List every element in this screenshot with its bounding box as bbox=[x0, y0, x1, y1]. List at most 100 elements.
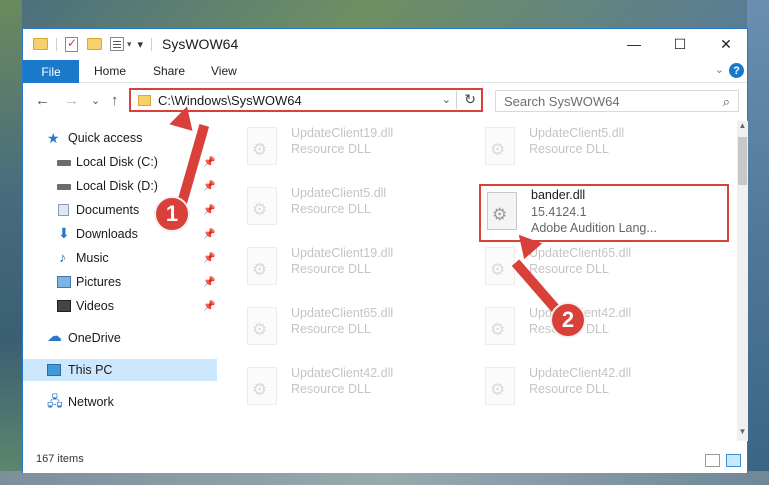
file-type: Resource DLL bbox=[291, 262, 371, 276]
details-view-icon[interactable] bbox=[705, 454, 720, 467]
file-type: Resource DLL bbox=[529, 142, 609, 156]
title-bar: ▾ ▾ SysWOW64 — ☐ ✕ bbox=[23, 29, 747, 60]
file-name: UpdateClient42.dll bbox=[529, 366, 632, 380]
nav-item-network[interactable]: 🖧 Network bbox=[23, 391, 217, 413]
help-icon[interactable]: ? bbox=[729, 63, 744, 78]
nav-item-music[interactable]: ♪ Music 📌 bbox=[23, 247, 217, 269]
nav-label: Videos bbox=[76, 299, 114, 313]
back-arrow-icon[interactable]: ← bbox=[35, 92, 50, 109]
dll-file-icon bbox=[247, 127, 277, 165]
maximize-button[interactable]: ☐ bbox=[657, 29, 703, 59]
nav-label: OneDrive bbox=[68, 331, 121, 345]
dll-file-icon bbox=[247, 307, 277, 345]
tab-home[interactable]: Home bbox=[94, 64, 126, 78]
file-item[interactable]: UpdateClient5.dll Resource DLL bbox=[455, 121, 685, 177]
dll-file-icon bbox=[485, 127, 515, 165]
pin-icon[interactable]: 📌 bbox=[203, 181, 215, 192]
minimize-button[interactable]: — bbox=[611, 29, 657, 59]
pin-icon[interactable]: 📌 bbox=[203, 301, 215, 312]
pin-icon[interactable]: 📌 bbox=[203, 205, 215, 216]
file-item[interactable]: UpdateClient65.dll Resource DLL bbox=[455, 241, 685, 297]
file-name: bander.dll bbox=[531, 188, 586, 202]
file-item[interactable]: UpdateClient42.dll Resource DLL bbox=[217, 361, 447, 417]
nav-label: Quick access bbox=[68, 131, 143, 145]
scroll-down-icon[interactable]: ▼ bbox=[737, 427, 748, 441]
cloud-icon: ☁ bbox=[47, 328, 62, 345]
scroll-up-icon[interactable]: ▲ bbox=[737, 121, 748, 135]
forward-arrow-icon[interactable]: → bbox=[64, 92, 79, 109]
file-item[interactable]: UpdateClient19.dll Resource DLL bbox=[217, 121, 447, 177]
file-list: UpdateClient19.dll Resource DLL UpdateCl… bbox=[217, 121, 737, 441]
file-item[interactable]: UpdateClient65.dll Resource DLL bbox=[217, 301, 447, 357]
nav-item-downloads[interactable]: ⬇ Downloads 📌 bbox=[23, 223, 217, 245]
nav-label: Documents bbox=[76, 203, 140, 217]
file-name: UpdateClient42.dll bbox=[291, 366, 394, 380]
folder-icon[interactable] bbox=[33, 38, 48, 50]
chevron-down-icon[interactable]: ▾ bbox=[127, 39, 132, 50]
music-icon: ♪ bbox=[59, 249, 66, 265]
quick-access-toolbar: ▾ ▾ bbox=[33, 35, 143, 53]
tiles-view-icon[interactable] bbox=[726, 454, 741, 467]
scroll-thumb[interactable] bbox=[738, 137, 747, 185]
file-name: UpdateClient5.dll bbox=[529, 126, 625, 140]
toolbar-divider bbox=[56, 37, 57, 51]
vertical-scrollbar[interactable]: ▲ ▼ bbox=[737, 121, 748, 441]
dll-file-icon bbox=[485, 367, 515, 405]
file-type: Resource DLL bbox=[529, 382, 609, 396]
pin-icon[interactable]: 📌 bbox=[203, 277, 215, 288]
desktop-right-edge bbox=[747, 0, 769, 485]
file-name: UpdateClient19.dll bbox=[291, 126, 394, 140]
star-icon: ★ bbox=[47, 130, 60, 146]
pin-icon[interactable]: 📌 bbox=[203, 229, 215, 240]
file-type: Resource DLL bbox=[291, 382, 371, 396]
file-item[interactable]: UpdateClient5.dll Resource DLL bbox=[217, 181, 447, 237]
network-icon: 🖧 bbox=[47, 393, 63, 409]
desktop-left-edge bbox=[0, 0, 22, 485]
new-folder-icon[interactable] bbox=[87, 38, 102, 50]
file-name: UpdateClient5.dll bbox=[291, 186, 387, 200]
tab-file[interactable]: File bbox=[23, 60, 79, 83]
tab-share[interactable]: Share bbox=[153, 64, 185, 78]
explorer-window: ▾ ▾ SysWOW64 — ☐ ✕ File Home Share View … bbox=[22, 28, 748, 473]
refresh-icon[interactable]: ↻ bbox=[464, 91, 476, 108]
desktop-bottom-edge bbox=[0, 471, 769, 485]
recent-locations-icon[interactable]: ⌄ bbox=[91, 94, 100, 107]
qa-dropdown-icon[interactable]: ▾ bbox=[138, 38, 144, 51]
address-dropdown-icon[interactable]: ⌄ bbox=[442, 93, 451, 106]
drive-icon bbox=[57, 160, 71, 166]
pc-icon bbox=[47, 364, 61, 376]
nav-item-pictures[interactable]: Pictures 📌 bbox=[23, 271, 217, 293]
pictures-icon bbox=[57, 276, 71, 288]
nav-label: This PC bbox=[68, 363, 113, 377]
file-type: Resource DLL bbox=[291, 202, 371, 216]
drive-icon bbox=[57, 184, 71, 190]
nav-item-this-pc[interactable]: This PC bbox=[23, 359, 217, 381]
nav-item-videos[interactable]: Videos 📌 bbox=[23, 295, 217, 317]
status-bar: 167 items bbox=[23, 449, 747, 473]
customize-icon[interactable] bbox=[110, 37, 124, 51]
properties-check-icon[interactable] bbox=[65, 36, 78, 52]
nav-label: Local Disk (C:) bbox=[76, 155, 158, 169]
file-type: Resource DLL bbox=[291, 142, 371, 156]
nav-item-quick-access[interactable]: ★ Quick access bbox=[23, 127, 217, 149]
file-item[interactable]: UpdateClient19.dll Resource DLL bbox=[217, 241, 447, 297]
search-input[interactable]: Search SysWOW64 ⌕ bbox=[495, 90, 739, 112]
close-button[interactable]: ✕ bbox=[703, 29, 749, 59]
file-type: Resource DLL bbox=[529, 262, 609, 276]
nav-item-onedrive[interactable]: ☁ OneDrive bbox=[23, 327, 217, 349]
nav-label: Music bbox=[76, 251, 109, 265]
file-item[interactable]: UpdateClient42.dll Resource DLL bbox=[455, 361, 685, 417]
pin-icon[interactable]: 📌 bbox=[203, 157, 215, 168]
step-marker-1: 1 bbox=[154, 196, 190, 232]
nav-label: Downloads bbox=[76, 227, 138, 241]
dll-file-icon bbox=[247, 187, 277, 225]
file-type: Resource DLL bbox=[291, 322, 371, 336]
expand-ribbon-icon[interactable]: ⌄ bbox=[715, 63, 724, 76]
pin-icon[interactable]: 📌 bbox=[203, 253, 215, 264]
search-icon[interactable]: ⌕ bbox=[723, 94, 730, 110]
up-arrow-icon[interactable]: ↑ bbox=[111, 92, 119, 109]
tab-view[interactable]: View bbox=[211, 64, 237, 78]
nav-label: Pictures bbox=[76, 275, 122, 289]
dll-file-icon bbox=[485, 307, 515, 345]
file-item-bander-dll[interactable]: bander.dll 15.4124.1 Adobe Audition Lang… bbox=[479, 184, 729, 242]
